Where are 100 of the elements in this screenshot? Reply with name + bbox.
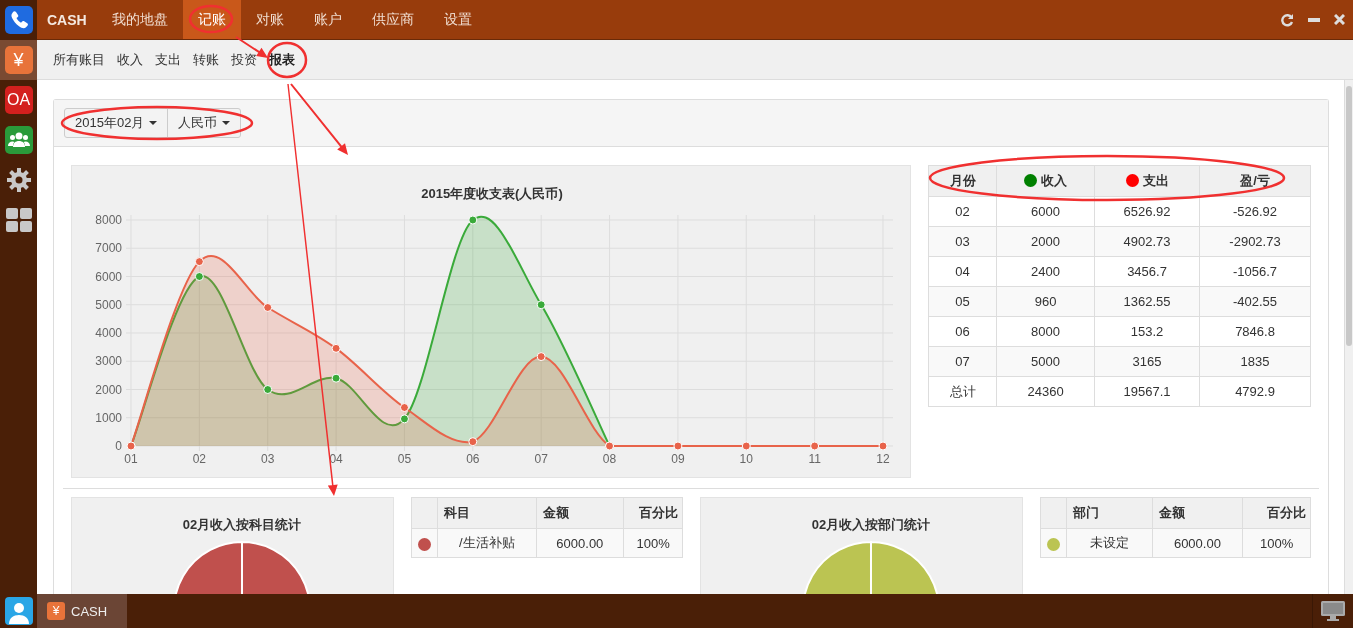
- table-cell: 未设定: [1066, 528, 1153, 558]
- people-icon[interactable]: [4, 126, 33, 154]
- column-header: 百分比: [623, 497, 683, 529]
- sub-nav-link[interactable]: 投资: [231, 50, 257, 69]
- x-axis-label: 01: [124, 452, 138, 466]
- sub-nav-link[interactable]: 所有账目: [53, 50, 105, 69]
- taskbar-app[interactable]: ¥ CASH: [37, 594, 128, 628]
- sub-nav-link[interactable]: 转账: [193, 50, 219, 69]
- data-point: [263, 385, 273, 394]
- data-point: [331, 373, 341, 383]
- table-cell: -2902.73: [1199, 226, 1311, 257]
- table-cell: 2400: [996, 256, 1095, 287]
- nav-tab[interactable]: 我的地盘: [96, 0, 183, 39]
- nav-tab[interactable]: 账户: [298, 0, 357, 39]
- data-point: [810, 441, 820, 451]
- table-cell: 3456.7: [1094, 256, 1200, 287]
- table-cell: 8000: [996, 316, 1095, 347]
- x-axis-label: 03: [261, 452, 275, 466]
- data-point: [468, 437, 478, 447]
- nav-tab[interactable]: 对账: [240, 0, 299, 39]
- data-point: [399, 414, 409, 424]
- chart-title: 02月收入按科目统计: [182, 517, 302, 532]
- data-point: [263, 303, 273, 312]
- column-header: 部门: [1066, 497, 1153, 529]
- scrollbar[interactable]: [1344, 80, 1353, 594]
- x-axis-label: 04: [329, 452, 343, 466]
- table-cell: 6000: [996, 196, 1095, 227]
- table-cell: 02: [928, 196, 997, 227]
- table-cell: 6526.92: [1094, 196, 1200, 227]
- sub-nav-link[interactable]: 收入: [117, 50, 143, 69]
- data-point: [194, 257, 204, 267]
- x-axis-label: 09: [671, 452, 685, 466]
- dropdown-button[interactable]: 2015年02月: [64, 108, 169, 138]
- caret-icon: [222, 121, 231, 125]
- column-header: 金额: [1152, 497, 1243, 529]
- data-point: [878, 441, 888, 451]
- y-axis-label: 4000: [95, 326, 122, 340]
- x-axis-label: 02: [192, 452, 207, 466]
- table-cell: 960: [996, 286, 1095, 317]
- column-header: 收入: [996, 165, 1095, 197]
- table-cell: 100%: [623, 528, 683, 558]
- table-cell: 04: [928, 256, 997, 287]
- y-axis-label: 3000: [95, 354, 122, 369]
- table-cell: 24360: [996, 376, 1095, 407]
- oa-app-icon[interactable]: OA: [4, 86, 33, 114]
- yen-app-icon: ¥: [47, 602, 65, 620]
- y-axis-label: 0: [115, 439, 122, 453]
- app-brand: CASH: [47, 10, 87, 30]
- data-point: [194, 272, 204, 281]
- settings-icon[interactable]: [5, 167, 32, 193]
- table-cell: 07: [928, 346, 997, 377]
- caret-icon: [149, 121, 158, 125]
- y-axis-label: 7000: [95, 241, 122, 256]
- sub-nav-link[interactable]: 报表: [269, 50, 295, 69]
- phone-icon[interactable]: [4, 6, 33, 34]
- x-axis-label: 06: [466, 452, 480, 466]
- close-icon[interactable]: [1334, 14, 1345, 25]
- data-point: [399, 403, 409, 412]
- table-cell: 5000: [996, 346, 1095, 377]
- table-cell: 1835: [1199, 346, 1311, 377]
- table-cell: 2000: [996, 226, 1095, 257]
- nav-tab[interactable]: 设置: [428, 0, 487, 39]
- table-cell: 4792.9: [1199, 376, 1311, 407]
- table-cell: 03: [928, 226, 997, 257]
- table-cell: 7846.8: [1199, 316, 1311, 347]
- data-point: [741, 441, 751, 451]
- monitor-icon[interactable]: [1321, 601, 1345, 621]
- y-axis-label: 1000: [95, 410, 122, 425]
- nav-tab[interactable]: 供应商: [356, 0, 429, 39]
- y-axis-label: 6000: [95, 269, 122, 284]
- table-cell: -402.55: [1199, 286, 1311, 317]
- x-axis-label: 08: [602, 452, 617, 466]
- y-axis-label: 5000: [95, 297, 122, 312]
- table-cell: 总计: [928, 376, 997, 407]
- x-axis-label: 05: [397, 452, 412, 466]
- user-icon[interactable]: [4, 597, 33, 625]
- sub-nav-link[interactable]: 支出: [155, 50, 181, 69]
- annotation-circle: [188, 4, 234, 34]
- chart-title: 02月收入按部门统计: [812, 517, 931, 532]
- table-cell: 6000.00: [1152, 528, 1243, 558]
- column-header: 支出: [1094, 165, 1200, 197]
- x-axis-label: 12: [876, 452, 890, 466]
- y-axis-label: 2000: [95, 382, 122, 397]
- table-cell: 4902.73: [1094, 226, 1200, 257]
- table-cell: 3165: [1094, 346, 1200, 377]
- minimize-icon[interactable]: [1308, 17, 1320, 22]
- table-cell: 153.2: [1094, 316, 1200, 347]
- table-cell: 19567.1: [1094, 376, 1200, 407]
- refresh-icon[interactable]: [1280, 12, 1294, 27]
- y-axis-label: 8000: [95, 213, 122, 227]
- table-cell: -1056.7: [1199, 256, 1311, 287]
- column-header: 科目: [437, 497, 537, 529]
- table-cell: -526.92: [1199, 196, 1311, 227]
- app-grid-icon[interactable]: [4, 207, 33, 233]
- data-point: [536, 300, 546, 310]
- table-cell: /生活补贴: [437, 528, 537, 558]
- x-axis-label: 07: [534, 452, 548, 466]
- taskbar-app-label: CASH: [71, 603, 108, 619]
- data-point: [331, 343, 341, 353]
- table-cell: 1362.55: [1094, 286, 1200, 317]
